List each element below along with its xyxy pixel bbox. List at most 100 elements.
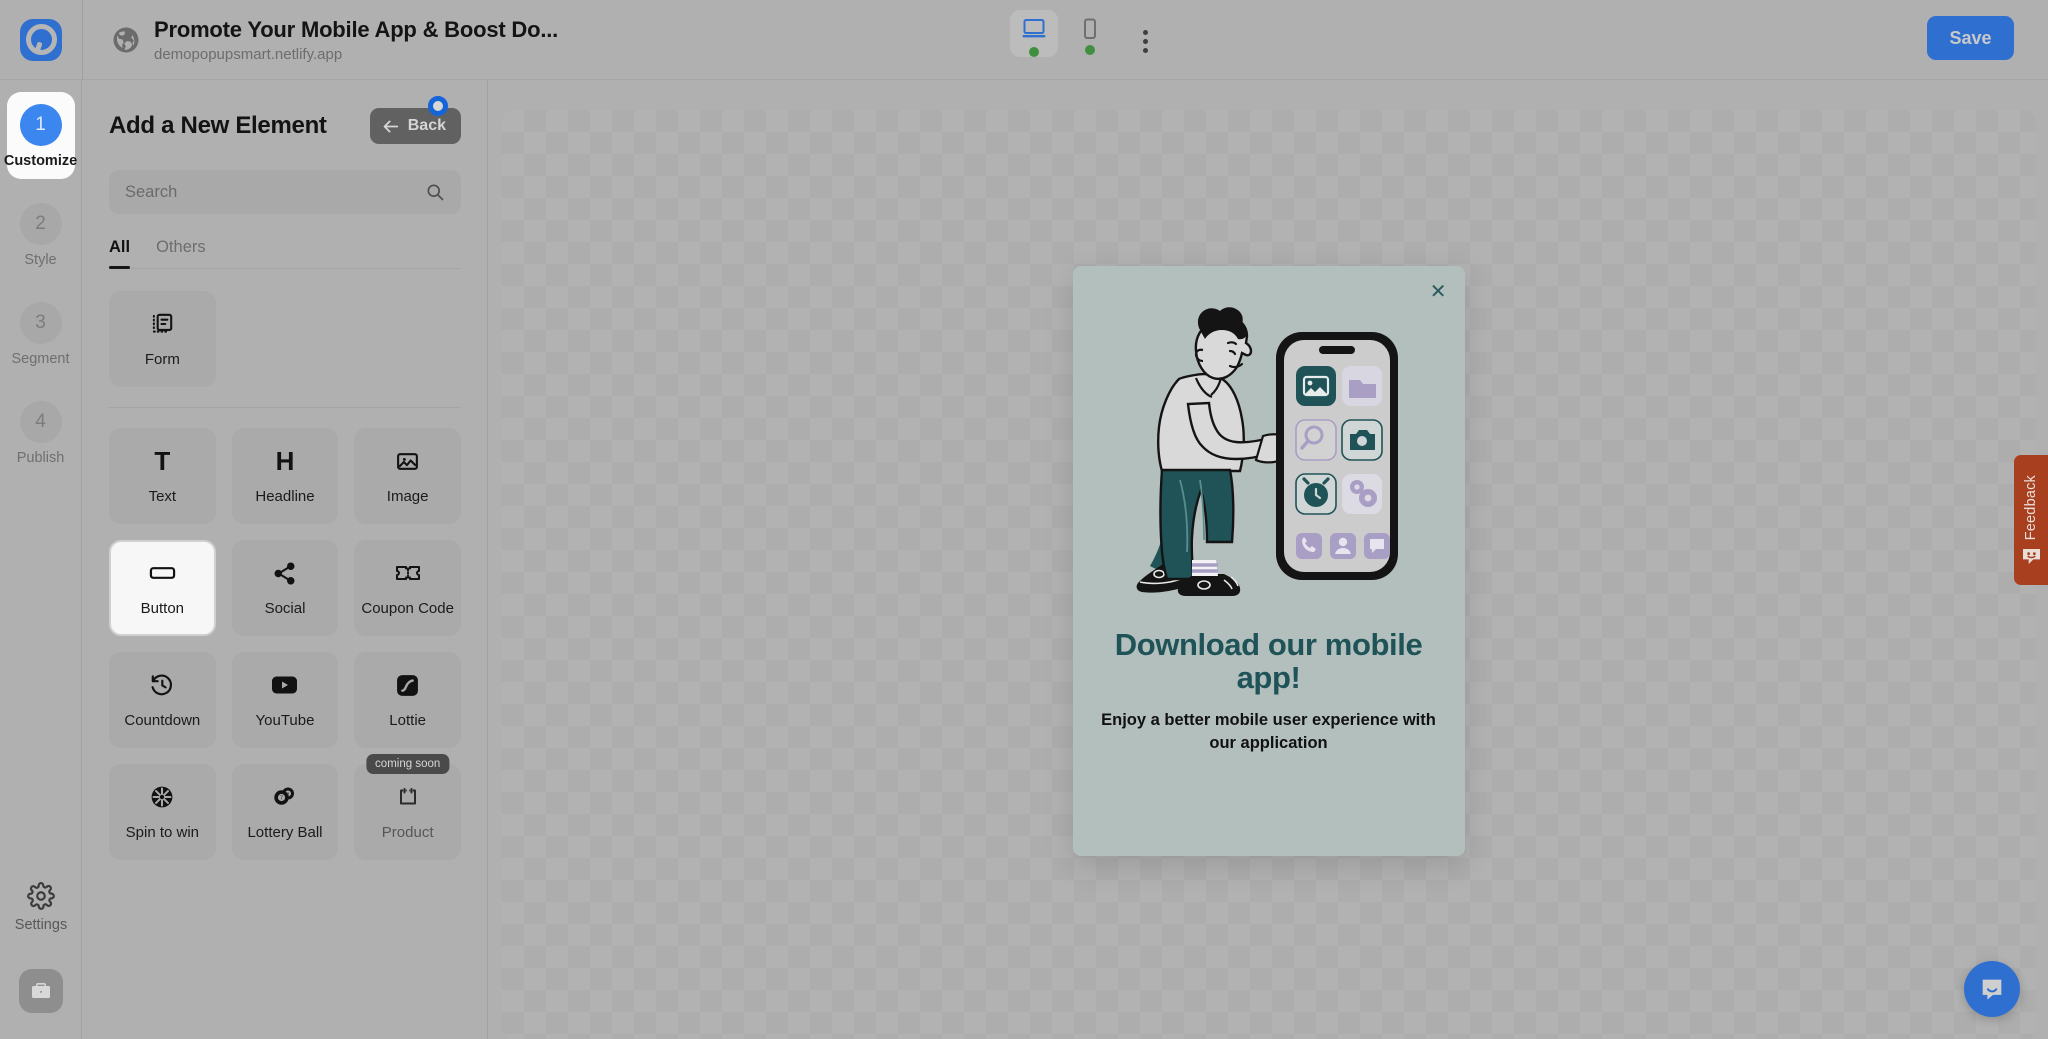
cursor-indicator-icon xyxy=(428,96,448,116)
man-tapping-phone-app-icons-illustration xyxy=(1136,307,1398,596)
element-card-lottery-ball[interactable]: 8 7 Lottery Ball xyxy=(231,764,339,860)
save-button[interactable]: Save xyxy=(1927,16,2014,60)
element-label: Social xyxy=(264,600,306,617)
site-text: Promote Your Mobile App & Boost Do... de… xyxy=(154,17,558,63)
element-card-spin-to-win[interactable]: Spin to win xyxy=(109,764,216,860)
form-icon xyxy=(149,310,175,338)
step-label: Publish xyxy=(16,450,65,466)
step-number: 1 xyxy=(19,104,62,146)
step-number: 3 xyxy=(19,302,62,344)
search-field[interactable] xyxy=(109,170,461,214)
smiley-chat-icon xyxy=(2022,549,2040,565)
tab-others[interactable]: Others xyxy=(156,238,206,268)
element-label: Countdown xyxy=(124,712,201,729)
element-label: Coupon Code xyxy=(361,600,454,617)
search-input[interactable] xyxy=(125,182,385,202)
intercom-chat-button[interactable] xyxy=(1964,961,2020,1017)
element-label: Text xyxy=(148,488,177,505)
spin-wheel-icon xyxy=(149,783,175,811)
feedback-tab[interactable]: Feedback xyxy=(2014,455,2048,585)
step-number: 4 xyxy=(19,401,62,443)
element-label: Spin to win xyxy=(125,824,200,841)
element-label: Lottie xyxy=(389,712,426,729)
sidebar-item-segment[interactable]: 3 Segment xyxy=(7,290,75,377)
preview-canvas: ✕ Download our mobile app! Enjoy a bette… xyxy=(489,80,2048,1039)
panel-divider xyxy=(109,407,461,408)
element-grid: T Text H Headline Image Button Social Co… xyxy=(109,428,461,860)
device-preview-toggle xyxy=(1010,10,1114,57)
element-card-image[interactable]: Image xyxy=(354,428,461,524)
svg-text:7: 7 xyxy=(281,795,284,801)
close-icon[interactable]: ✕ xyxy=(1430,282,1447,302)
back-button-label: Back xyxy=(407,117,446,134)
popup-preview[interactable]: ✕ Download our mobile app! Enjoy a bette… xyxy=(1072,266,1465,856)
ticket-icon xyxy=(395,559,421,587)
globe-icon xyxy=(113,27,139,52)
canvas-sheet[interactable]: ✕ Download our mobile app! Enjoy a bette… xyxy=(501,110,2036,1039)
app-root: Promote Your Mobile App & Boost Do... de… xyxy=(0,0,2048,1039)
chat-bubble-icon xyxy=(1982,979,2002,1000)
countdown-clock-icon xyxy=(149,671,175,699)
image-icon xyxy=(395,447,420,475)
search-icon[interactable] xyxy=(425,182,445,202)
step-label: Customize xyxy=(3,153,78,169)
site-url: demopopupsmart.netlify.app xyxy=(154,45,343,63)
element-card-coupon-code[interactable]: Coupon Code xyxy=(354,540,461,636)
popup-headline: Download our mobile app! xyxy=(1114,627,1423,696)
gear-icon xyxy=(27,882,55,910)
element-card-product[interactable]: coming soon Product xyxy=(354,754,461,860)
desktop-status-dot xyxy=(1029,47,1039,57)
element-card-lottie[interactable]: Lottie xyxy=(354,652,461,748)
rail-bottom-group: Settings xyxy=(0,882,82,1013)
sidebar-item-customize[interactable]: 1 Customize xyxy=(3,92,78,179)
sidebar-item-settings[interactable]: Settings xyxy=(15,882,67,933)
sidebar-item-style[interactable]: 2 Style xyxy=(7,191,75,278)
popupsmart-logo-icon xyxy=(20,18,62,61)
step-rail: 1 Customize 2 Style 3 Segment 4 Publish … xyxy=(0,80,82,1039)
element-label: Form xyxy=(144,351,180,368)
site-info: Promote Your Mobile App & Boost Do... de… xyxy=(83,17,558,63)
add-element-panel: Add a New Element Back All Others xyxy=(83,80,488,1039)
back-button-wrap: Back xyxy=(369,96,461,144)
briefcase-icon xyxy=(32,983,50,998)
app-logo[interactable] xyxy=(0,0,82,80)
element-card-youtube[interactable]: YouTube xyxy=(231,652,339,748)
element-category-tabs: All Others xyxy=(109,238,461,269)
sidebar-item-publish[interactable]: 4 Publish xyxy=(7,389,75,476)
arrow-left-icon xyxy=(383,120,398,132)
element-label: Image xyxy=(386,488,429,505)
panel-header: Add a New Element Back xyxy=(109,96,461,148)
element-card-button[interactable]: Button xyxy=(109,540,216,636)
device-desktop-button[interactable] xyxy=(1010,10,1058,57)
step-label: Segment xyxy=(11,351,70,367)
element-card-text[interactable]: T Text xyxy=(109,428,216,524)
kebab-menu-icon[interactable] xyxy=(1139,26,1152,57)
page-title: Promote Your Mobile App & Boost Do... xyxy=(154,16,559,42)
tab-all[interactable]: All xyxy=(109,238,131,269)
settings-label: Settings xyxy=(14,917,68,933)
popup-subtext: Enjoy a better mobile user experience wi… xyxy=(1101,710,1436,752)
element-label: Lottery Ball xyxy=(247,824,323,841)
back-button[interactable]: Back xyxy=(369,108,461,144)
element-label: Product xyxy=(381,824,434,841)
share-icon xyxy=(272,559,297,587)
element-card-form[interactable]: Form xyxy=(109,291,216,387)
top-bar: Promote Your Mobile App & Boost Do... de… xyxy=(0,0,2048,80)
coming-soon-badge: coming soon xyxy=(366,754,450,774)
button-icon xyxy=(149,559,176,587)
element-card-countdown[interactable]: Countdown xyxy=(109,652,216,748)
mobile-status-dot xyxy=(1085,45,1095,55)
briefcase-button[interactable] xyxy=(19,969,63,1013)
panel-title: Add a New Element xyxy=(109,112,327,139)
headline-h-icon: H xyxy=(275,446,295,476)
device-mobile-button[interactable] xyxy=(1066,10,1114,55)
element-label: YouTube xyxy=(255,712,315,729)
element-card-headline[interactable]: H Headline xyxy=(231,428,339,524)
mobile-icon xyxy=(1084,18,1096,39)
element-label: Button xyxy=(140,600,185,617)
feedback-label: Feedback xyxy=(2023,474,2039,541)
element-label: Headline xyxy=(255,488,315,505)
youtube-icon xyxy=(271,671,298,699)
element-card-social[interactable]: Social xyxy=(231,540,339,636)
element-grid-form: Form xyxy=(109,291,461,387)
